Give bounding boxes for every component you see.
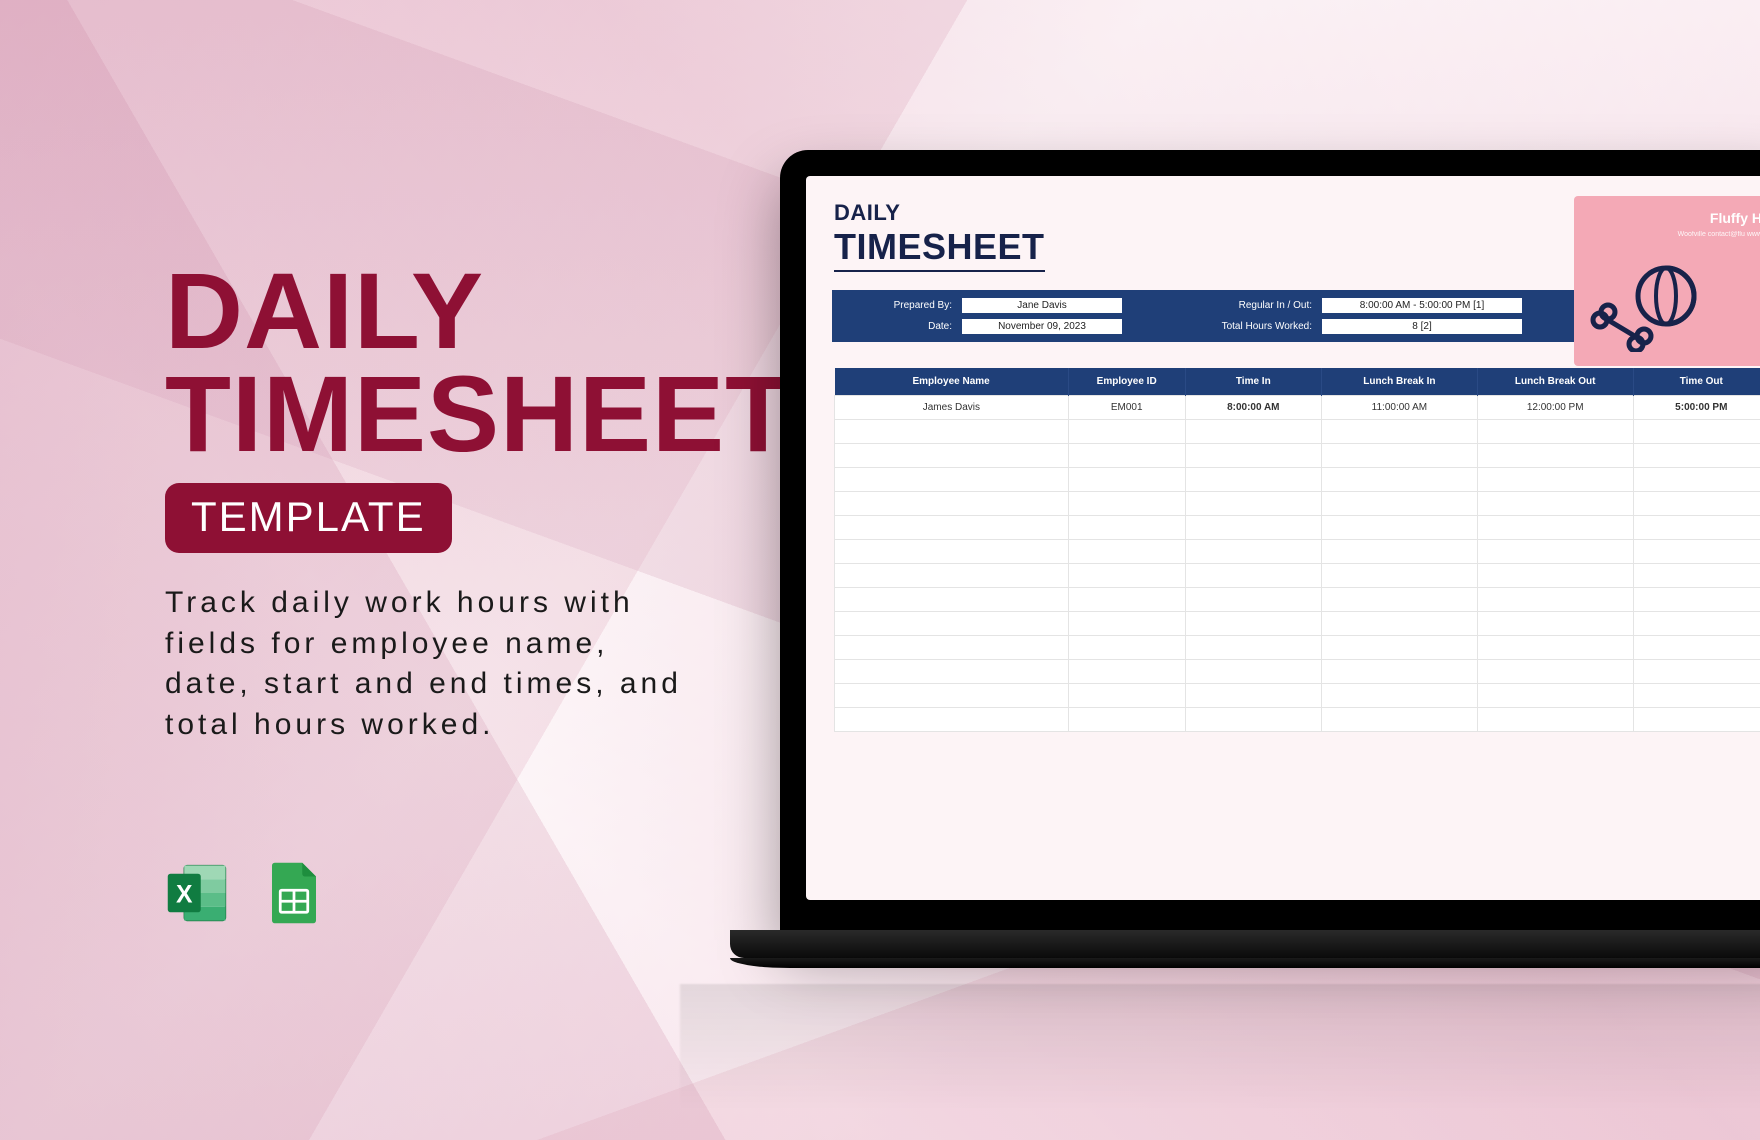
laptop-bezel: DAILY TIMESHEET Fluffy H Woofville conta… xyxy=(780,150,1760,930)
template-badge: TEMPLATE xyxy=(165,483,452,553)
table-row xyxy=(835,492,1760,516)
regular-row: Regular In / Out: 8:00:00 AM - 5:00:00 P… xyxy=(1182,298,1522,313)
laptop-base xyxy=(730,930,1760,958)
svg-text:X: X xyxy=(176,882,193,909)
hero-title: DAILY TIMESHEET xyxy=(165,260,725,465)
col-time-in: Time In xyxy=(1185,368,1321,396)
cell-id: EM001 xyxy=(1068,396,1185,420)
cell-lunch-in: 11:00:00 AM xyxy=(1321,396,1477,420)
brand-title: Fluffy H xyxy=(1586,210,1760,226)
table-row xyxy=(835,516,1760,540)
col-lunch-out: Lunch Break Out xyxy=(1477,368,1633,396)
regular-label: Regular In / Out: xyxy=(1182,300,1312,311)
prep-col-left: Prepared By: Jane Davis Date: November 0… xyxy=(842,298,1122,334)
date-value: November 09, 2023 xyxy=(962,319,1122,334)
prepared-by-value: Jane Davis xyxy=(962,298,1122,313)
table-row xyxy=(835,684,1760,708)
date-label: Date: xyxy=(842,321,952,332)
regular-value: 8:00:00 AM - 5:00:00 PM [1] xyxy=(1322,298,1522,313)
total-hours-row: Total Hours Worked: 8 [2] xyxy=(1182,319,1522,334)
table-row xyxy=(835,420,1760,444)
hero-line2: TIMESHEET xyxy=(165,353,792,474)
laptop-foot xyxy=(730,958,1760,968)
table-row xyxy=(835,540,1760,564)
prepared-by-label: Prepared By: xyxy=(842,300,952,311)
table-row xyxy=(835,588,1760,612)
date-row: Date: November 09, 2023 xyxy=(842,319,1122,334)
table-body: James Davis EM001 8:00:00 AM 11:00:00 AM… xyxy=(835,396,1760,732)
total-hours-value: 8 [2] xyxy=(1322,319,1522,334)
table-row xyxy=(835,636,1760,660)
cell-name: James Davis xyxy=(835,396,1069,420)
total-hours-label: Total Hours Worked: xyxy=(1182,321,1312,332)
doc-title-big: TIMESHEET xyxy=(834,226,1045,272)
timesheet-table: Employee Name Employee ID Time In Lunch … xyxy=(834,368,1760,732)
col-employee-name: Employee Name xyxy=(835,368,1069,396)
promo-stage: DAILY TIMESHEET TEMPLATE Track daily wor… xyxy=(0,0,1760,1140)
col-lunch-in: Lunch Break In xyxy=(1321,368,1477,396)
brand-card: Fluffy H Woofville contact@flu www xyxy=(1574,196,1760,366)
pet-toy-icon xyxy=(1588,262,1698,352)
cell-lunch-out: 12:00:00 PM xyxy=(1477,396,1633,420)
laptop-mockup: DAILY TIMESHEET Fluffy H Woofville conta… xyxy=(780,150,1760,968)
hero-block: DAILY TIMESHEET TEMPLATE Track daily wor… xyxy=(165,260,725,745)
col-employee-id: Employee ID xyxy=(1068,368,1185,396)
hero-description: Track daily work hours with fields for e… xyxy=(165,583,705,745)
table-row xyxy=(835,612,1760,636)
table-row xyxy=(835,660,1760,684)
laptop-screen: DAILY TIMESHEET Fluffy H Woofville conta… xyxy=(806,176,1760,900)
laptop-reflection xyxy=(680,984,1760,1112)
table-row: James Davis EM001 8:00:00 AM 11:00:00 AM… xyxy=(835,396,1760,420)
prepared-by-row: Prepared By: Jane Davis xyxy=(842,298,1122,313)
table-row xyxy=(835,564,1760,588)
excel-icon: X xyxy=(165,860,231,926)
cell-time-in: 8:00:00 AM xyxy=(1185,396,1321,420)
table-row xyxy=(835,444,1760,468)
prep-col-right: Regular In / Out: 8:00:00 AM - 5:00:00 P… xyxy=(1182,298,1522,334)
table-header-row: Employee Name Employee ID Time In Lunch … xyxy=(835,368,1760,396)
cell-time-out: 5:00:00 PM xyxy=(1633,396,1760,420)
table-row xyxy=(835,708,1760,732)
google-sheets-icon xyxy=(261,860,327,926)
col-time-out: Time Out xyxy=(1633,368,1760,396)
brand-subtitle: Woofville contact@flu www xyxy=(1586,230,1760,239)
app-icons-row: X xyxy=(165,860,327,926)
table-row xyxy=(835,468,1760,492)
